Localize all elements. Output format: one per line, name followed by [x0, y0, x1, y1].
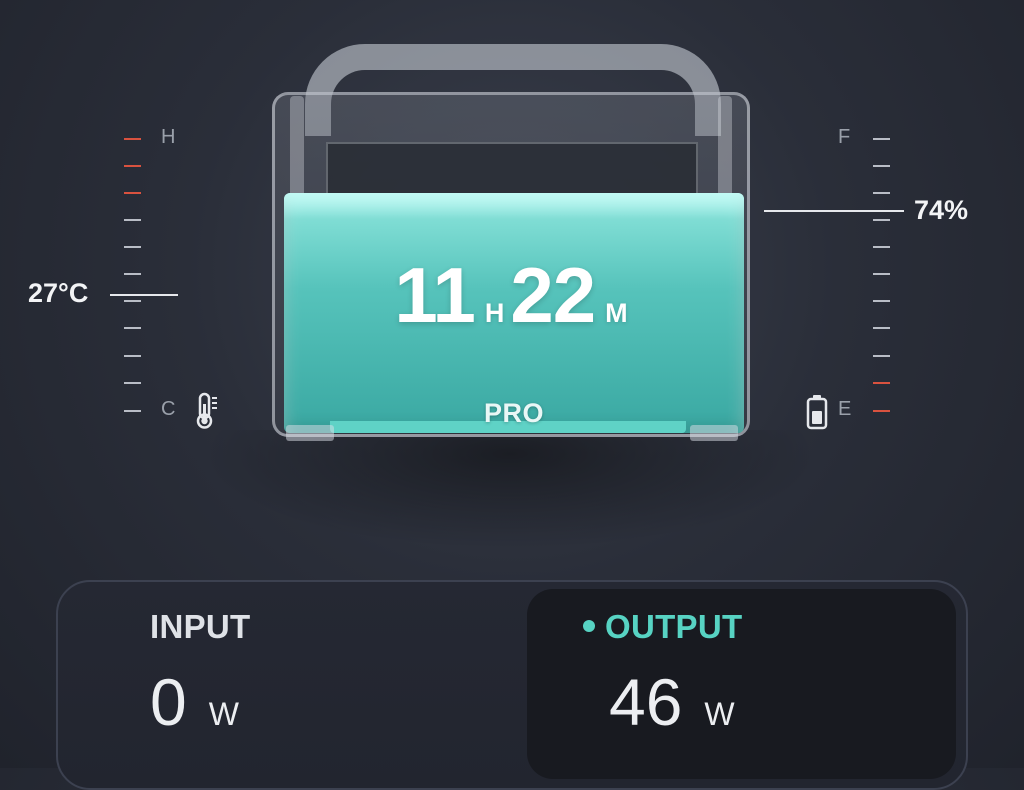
temperature-pointer	[110, 294, 178, 296]
runtime-hours: 11	[394, 251, 475, 339]
gauge-tick	[124, 165, 141, 167]
temperature-high-label: H	[161, 126, 176, 148]
remaining-runtime: 11 H22 M	[284, 250, 744, 341]
device-model-label: PRO	[483, 398, 544, 428]
battery-reading: 74%	[914, 195, 969, 225]
input-unit: W	[208, 696, 239, 732]
output-heading: OUTPUT	[583, 608, 923, 646]
gauge-tick	[873, 246, 890, 248]
gauge-tick	[873, 138, 890, 140]
battery-empty-label: E	[838, 398, 852, 420]
battery-fill-surface	[284, 193, 744, 219]
gauge-tick	[873, 273, 890, 275]
gauge-tick	[124, 192, 141, 194]
runtime-minutes-unit: M	[605, 298, 628, 328]
gauge-tick	[873, 192, 890, 194]
runtime-hours-unit: H	[484, 298, 505, 328]
active-indicator-dot	[583, 620, 595, 633]
runtime-minutes: 22	[510, 251, 596, 339]
gauge-tick	[124, 138, 141, 140]
output-power: 46 W	[609, 664, 923, 740]
gauge-tick	[873, 165, 890, 167]
input-card[interactable]: INPUT 0W	[150, 608, 470, 768]
input-label: INPUT	[150, 608, 251, 645]
output-content: OUTPUT 46 W	[583, 608, 923, 768]
gauge-tick	[124, 246, 141, 248]
input-power: 0W	[150, 664, 470, 740]
gauge-tick	[124, 273, 141, 275]
gauge-tick	[124, 410, 141, 412]
station-shadow	[200, 430, 820, 550]
output-unit: W	[704, 696, 735, 732]
gauge-tick	[873, 355, 890, 357]
gauge-tick	[124, 327, 141, 329]
gauge-tick	[873, 382, 890, 384]
thermometer-icon	[196, 392, 217, 429]
battery-full-label: F	[838, 126, 851, 148]
input-value: 0	[150, 665, 187, 739]
gauge-tick	[873, 327, 890, 329]
temperature-reading: 27°C	[28, 278, 89, 308]
battery-pointer	[764, 210, 904, 212]
output-value: 46	[609, 665, 683, 739]
gauge-tick	[873, 300, 890, 302]
gauge-tick	[124, 300, 141, 302]
gauge-tick	[873, 410, 890, 412]
gauge-tick	[873, 219, 890, 221]
gauge-tick	[124, 382, 141, 384]
output-label: OUTPUT	[605, 608, 743, 645]
gauge-tick	[124, 219, 141, 221]
temperature-low-label: C	[161, 398, 176, 420]
battery-icon	[806, 395, 828, 430]
gauge-tick	[124, 355, 141, 357]
